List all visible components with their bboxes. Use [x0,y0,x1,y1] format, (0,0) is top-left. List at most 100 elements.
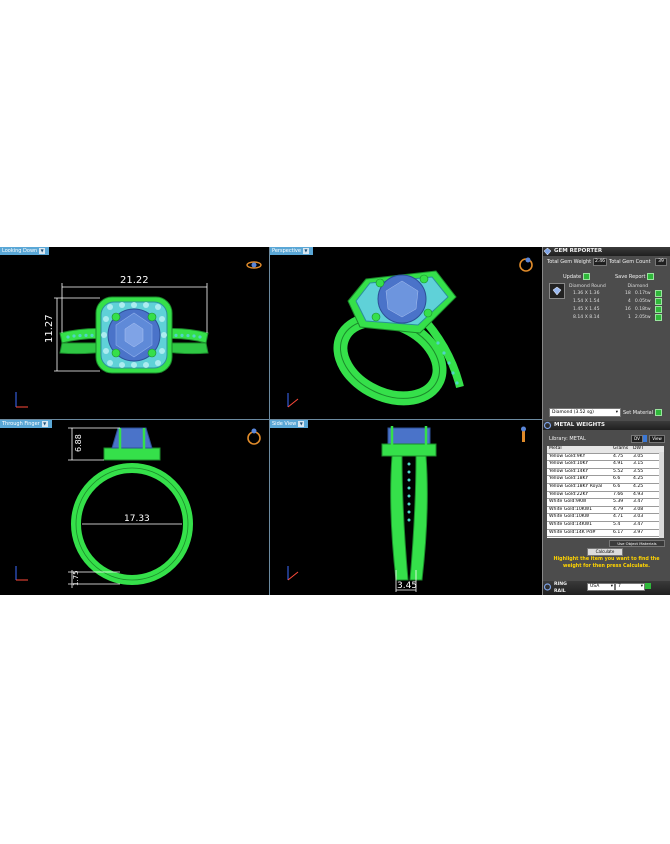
metal-dwt: 4.25 [633,483,644,489]
country-select[interactable]: USA ▾ [587,583,615,591]
size-select[interactable]: 7 ▾ [615,583,645,591]
list-item[interactable]: White Gold:14KW1 5.4 3.47 [547,522,664,530]
viewport-perspective[interactable]: Perspective ▼ [270,247,543,419]
gem-reporter-icon [543,247,552,256]
size-value: 7 [618,584,621,589]
metal-grams: 7.66 [613,491,624,497]
list-item[interactable]: Yellow Gold:18KY Royal 6.6 4.25 [547,484,664,492]
dimension-width: 21.22 [120,275,149,286]
list-item[interactable]: Yellow Gold:9KY 4.75 3.05 [547,454,664,462]
metal-grams: 6.17 [613,529,624,535]
metal-name: Yellow Gold:18KY [549,476,589,482]
viewport-label-text: Looking Down [2,248,38,254]
metal-list-scrollbar[interactable] [659,452,664,538]
viewport-label-text: Perspective [272,248,301,254]
chevron-down-icon[interactable]: ▾ [611,584,613,590]
total-gem-count: Total Gem Count [609,259,651,265]
metal-grams: 4.79 [613,506,624,512]
list-item[interactable]: Yellow Gold:18KY 6.6 4.25 [547,476,664,484]
col-grams: Grams [613,446,629,451]
gem-select-icon[interactable] [654,306,662,313]
calculate-button[interactable]: Calculate [587,548,623,556]
chevron-down-icon[interactable]: ▾ [616,409,618,416]
save-go-icon[interactable] [647,273,655,280]
metal-name: White Gold:14KW1 [549,521,593,527]
gem-select-icon[interactable] [654,298,662,305]
list-item[interactable]: White Gold:14K Pd# 6.17 3.97 [547,530,664,538]
metal-grams: 4.71 [613,514,624,520]
table-row[interactable]: 1.36 X 1.36 18 0.17tw [565,290,664,298]
gem-size: 8.14 X 8.14 [573,315,600,320]
list-item[interactable]: Yellow Gold:10KY 4.91 3.15 [547,461,664,469]
metal-grams: 5.39 [613,499,624,505]
chevron-down-icon[interactable]: ▼ [298,421,305,427]
use-object-materials-checkbox[interactable]: Use Object Materials [609,540,665,547]
metal-grams: 5.4 [613,521,621,527]
ring-view-icon [247,428,261,445]
metal-name: White Gold:10KW [549,514,590,520]
gem-thumbnail-icon [549,283,565,299]
viewport-label-text: Side View [272,421,297,427]
viewport-through-finger[interactable]: Through Finger ▼ 6.88 17.33 1.75 [0,420,269,595]
material-select-value: Diamond (3.52 sg) [552,410,594,415]
chevron-down-icon[interactable]: ▼ [41,421,48,427]
gem-select-icon[interactable] [654,290,662,297]
viewport-label[interactable]: Perspective ▼ [270,247,313,255]
side-panel: GEM REPORTER Total Gem Weight 2.46 Total… [543,247,670,595]
table-row[interactable]: 1.45 X 1.45 16 0.18tw [565,306,664,314]
metal-dwt: 3.05 [633,453,644,459]
metal-grams: 6.6 [613,483,621,489]
gem-count: 16 [625,307,631,312]
metal-weights-icon [543,421,552,430]
viewport-label[interactable]: Through Finger ▼ [0,420,52,428]
update-go-icon[interactable] [582,273,590,280]
ring-view-icon [246,261,262,269]
metal-dwt: 3.55 [633,468,644,474]
dv-button[interactable]: DV [631,435,643,443]
list-item[interactable]: White Gold:10KW 4.71 3.03 [547,514,664,522]
viewport-side-view[interactable]: Side View ▼ 3.45 [270,420,543,595]
metal-grams: 4.75 [613,453,624,459]
gem-size: 1.36 X 1.36 [573,291,600,296]
metal-dwt: 3.15 [633,461,644,467]
chevron-down-icon[interactable]: ▼ [39,248,46,254]
dimension-height: 11.27 [44,314,55,343]
viewport-label[interactable]: Looking Down ▼ [0,247,50,255]
metal-dwt: 3.03 [633,514,644,520]
ring-perspective-view [287,257,533,408]
list-item[interactable]: White Gold:10KW1 4.79 3.08 [547,507,664,515]
gem-reporter-title: GEM REPORTER [554,248,603,254]
view-button[interactable]: View [649,435,665,443]
table-row[interactable]: 8.14 X 8.14 1 2.05tw [565,314,664,322]
total-weight-label: Total Gem Weight [547,259,592,265]
metal-list[interactable]: Metal Grams DWT Yellow Gold:9KY 4.75 3.05 Ye… [547,446,664,538]
material-select[interactable]: Diamond (3.52 sg) ▾ [549,408,621,417]
set-material-button[interactable]: Set Material [623,409,662,416]
set-material-go-icon[interactable] [654,409,662,416]
info-icon[interactable] [643,435,647,442]
list-item[interactable]: Yellow Gold:22KY 7.66 4.93 [547,492,664,500]
ring-view-icon [519,257,533,272]
chevron-down-icon[interactable]: ▾ [641,584,643,590]
list-item[interactable]: Yellow Gold:14KY 5.52 3.55 [547,469,664,477]
viewport-label[interactable]: Side View ▼ [270,420,309,428]
table-row[interactable]: 1.54 X 1.54 4 0.05tw [565,298,664,306]
dimension-head-height: 6.88 [74,434,83,452]
update-button[interactable]: Update [563,273,590,280]
ring-rail-go-icon[interactable] [645,583,651,589]
gem-reporter-header: GEM REPORTER [543,247,670,256]
chevron-down-icon[interactable]: ▼ [302,248,309,254]
viewport-looking-down[interactable]: Looking Down ▼ 21.22 11.27 [0,247,269,419]
ring-side-view: 3.45 [287,426,526,592]
gem-select-icon[interactable] [654,314,662,321]
metal-name: White Gold:10KW1 [549,506,593,512]
gem-count: 18 [625,291,631,296]
viewport-label-text: Through Finger [2,421,40,427]
metal-name: Yellow Gold:10KY [549,461,589,467]
save-report-button[interactable]: Save Report [615,273,655,280]
set-material-label: Set Material [623,410,654,416]
metal-weights-title: METAL WEIGHTS [554,422,605,428]
save-report-label: Save Report [615,274,646,280]
metal-dwt: 4.25 [633,476,644,482]
list-item[interactable]: White Gold:9KW 5.39 3.47 [547,499,664,507]
